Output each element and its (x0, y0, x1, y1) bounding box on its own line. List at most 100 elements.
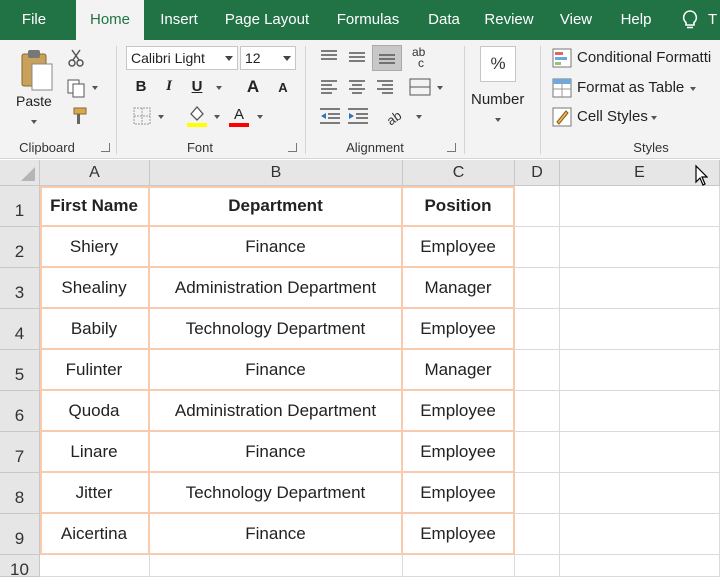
table-cell[interactable]: Fulinter (40, 350, 150, 391)
tab-home[interactable]: Home (76, 0, 144, 40)
table-cell[interactable]: Administration Department (150, 391, 403, 432)
table-cell[interactable]: Employee (403, 309, 515, 350)
table-cell[interactable]: Aicertina (40, 514, 150, 555)
cell-styles-dropdown-arrow[interactable] (651, 116, 657, 120)
clipboard-launcher-icon[interactable] (101, 143, 110, 152)
table-header-cell[interactable]: Position (403, 186, 515, 227)
table-cell[interactable]: Shealiny (40, 268, 150, 309)
cell-d7[interactable] (515, 432, 560, 473)
row-header-4[interactable]: 4 (0, 309, 40, 350)
merge-center-icon[interactable] (408, 76, 432, 98)
table-cell[interactable]: Manager (403, 350, 515, 391)
table-cell[interactable]: Finance (150, 350, 403, 391)
cell-d9[interactable] (515, 514, 560, 555)
font-name-combo[interactable]: Calibri Light (126, 46, 238, 70)
paste-button-label[interactable]: Paste (16, 93, 52, 109)
cell-d10[interactable] (515, 555, 560, 577)
orientation-dropdown-arrow[interactable] (416, 115, 422, 119)
table-cell[interactable]: Babily (40, 309, 150, 350)
fill-color-icon[interactable] (186, 104, 208, 128)
cell-e4[interactable] (560, 309, 720, 350)
column-header-d[interactable]: D (515, 160, 560, 186)
cell-c10[interactable] (403, 555, 515, 577)
increase-indent-icon[interactable] (346, 106, 370, 126)
cut-icon[interactable] (66, 48, 86, 68)
underline-button[interactable]: U (188, 78, 206, 95)
column-header-b[interactable]: B (150, 160, 403, 186)
table-cell[interactable]: Employee (403, 432, 515, 473)
table-cell[interactable]: Linare (40, 432, 150, 473)
cell-d4[interactable] (515, 309, 560, 350)
column-header-c[interactable]: C (403, 160, 515, 186)
table-cell[interactable]: Finance (150, 514, 403, 555)
wrap-text-icon[interactable]: ab (384, 104, 410, 128)
align-middle-icon[interactable] (346, 48, 368, 66)
font-color-icon[interactable]: A (228, 104, 250, 128)
column-header-a[interactable]: A (40, 160, 150, 186)
underline-dropdown-arrow[interactable] (216, 86, 222, 90)
table-cell[interactable]: Technology Department (150, 309, 403, 350)
font-color-dropdown-arrow[interactable] (257, 115, 263, 119)
table-cell[interactable]: Quoda (40, 391, 150, 432)
row-header-2[interactable]: 2 (0, 227, 40, 268)
align-top-icon[interactable] (318, 48, 340, 66)
tell-me-text[interactable]: T (708, 0, 717, 40)
cell-e5[interactable] (560, 350, 720, 391)
italic-button[interactable]: I (160, 78, 178, 95)
row-header-6[interactable]: 6 (0, 391, 40, 432)
cell-d2[interactable] (515, 227, 560, 268)
table-cell[interactable]: Employee (403, 514, 515, 555)
cell-d8[interactable] (515, 473, 560, 514)
table-cell[interactable]: Employee (403, 473, 515, 514)
decrease-indent-icon[interactable] (318, 106, 342, 126)
table-cell[interactable]: Jitter (40, 473, 150, 514)
format-as-table-dropdown-arrow[interactable] (690, 87, 696, 91)
row-header-9[interactable]: 9 (0, 514, 40, 555)
table-cell[interactable]: Employee (403, 391, 515, 432)
format-as-table-icon[interactable] (552, 78, 572, 98)
tab-help[interactable]: Help (612, 0, 660, 40)
number-dropdown-arrow[interactable] (495, 118, 501, 122)
row-header-10[interactable]: 10 (0, 555, 40, 579)
cell-a10[interactable] (40, 555, 150, 577)
table-cell[interactable]: Finance (150, 432, 403, 473)
table-cell[interactable]: Shiery (40, 227, 150, 268)
row-header-1[interactable]: 1 (0, 186, 40, 227)
copy-icon[interactable] (66, 78, 86, 98)
paste-icon[interactable] (18, 48, 56, 96)
merge-dropdown-arrow[interactable] (437, 86, 443, 90)
table-cell[interactable]: Finance (150, 227, 403, 268)
orientation-icon[interactable]: ab c (408, 44, 434, 70)
tab-insert[interactable]: Insert (148, 0, 210, 40)
table-cell[interactable]: Administration Department (150, 268, 403, 309)
cell-styles-button[interactable]: Cell Styles (577, 108, 648, 125)
conditional-formatting-button[interactable]: Conditional Formatti (577, 49, 711, 66)
cell-d6[interactable] (515, 391, 560, 432)
tab-page-layout[interactable]: Page Layout (216, 0, 318, 40)
shrink-font-button[interactable]: A (274, 80, 292, 95)
tab-data[interactable]: Data (418, 0, 470, 40)
cell-e6[interactable] (560, 391, 720, 432)
align-right-icon[interactable] (374, 78, 396, 96)
table-cell[interactable]: Manager (403, 268, 515, 309)
table-header-cell[interactable]: First Name (40, 186, 150, 227)
cell-d5[interactable] (515, 350, 560, 391)
cell-b10[interactable] (150, 555, 403, 577)
row-header-7[interactable]: 7 (0, 432, 40, 473)
cell-e2[interactable] (560, 227, 720, 268)
cell-e10[interactable] (560, 555, 720, 577)
tab-formulas[interactable]: Formulas (326, 0, 410, 40)
borders-icon[interactable] (132, 106, 152, 126)
row-header-3[interactable]: 3 (0, 268, 40, 309)
number-format-button[interactable]: % (480, 46, 516, 82)
table-header-cell[interactable]: Department (150, 186, 403, 227)
tab-review[interactable]: Review (478, 0, 540, 40)
cell-e1[interactable] (560, 186, 720, 227)
table-cell[interactable]: Employee (403, 227, 515, 268)
lightbulb-icon[interactable] (679, 9, 701, 31)
borders-dropdown-arrow[interactable] (158, 115, 164, 119)
align-center-icon[interactable] (346, 78, 368, 96)
grow-font-button[interactable]: A (244, 77, 262, 97)
table-cell[interactable]: Technology Department (150, 473, 403, 514)
cell-e7[interactable] (560, 432, 720, 473)
